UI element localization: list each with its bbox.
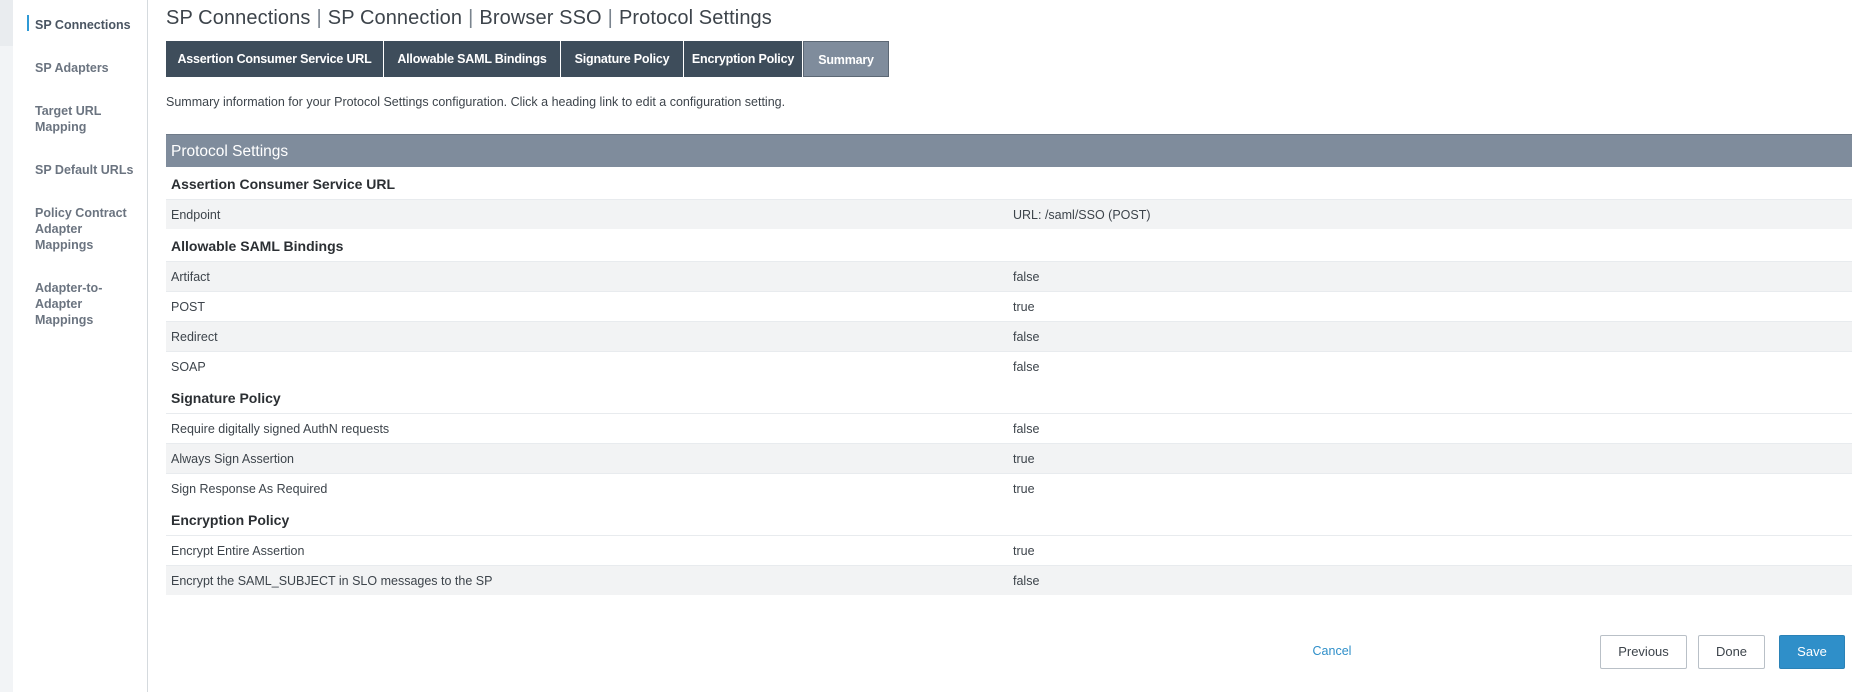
page-description: Summary information for your Protocol Se… <box>166 95 786 109</box>
table-row: Always Sign Assertion true <box>166 443 1852 473</box>
row-label: Sign Response As Required <box>171 482 328 496</box>
tab-summary[interactable]: Summary <box>803 41 889 77</box>
row-value: false <box>1013 574 1040 588</box>
table-row: Endpoint URL: /saml/SSO (POST) <box>166 199 1852 229</box>
row-value: true <box>1013 452 1035 466</box>
sidebar-item-adapter-to-adapter-mappings[interactable]: Adapter-to-Adapter Mappings <box>35 280 105 328</box>
breadcrumb-item: SP Connections <box>166 7 311 29</box>
tab-bar: Assertion Consumer Service URL Allowable… <box>166 41 889 77</box>
tab-allowable-saml-bindings[interactable]: Allowable SAML Bindings <box>384 41 561 77</box>
breadcrumb-separator: | <box>316 7 322 29</box>
page-title: SP Connections | SP Connection | Browser SSO… <box>166 7 772 30</box>
tab-encryption-policy[interactable]: Encryption Policy <box>684 41 803 77</box>
table-row: Artifact false <box>166 261 1852 291</box>
cancel-button[interactable]: Cancel <box>1302 635 1362 669</box>
table-row: Sign Response As Required true <box>166 473 1852 503</box>
table-row: SOAP false <box>166 351 1852 381</box>
table-row: Encrypt Entire Assertion true <box>166 535 1852 565</box>
sidebar-item-target-url-mapping[interactable]: Target URL Mapping <box>35 103 105 135</box>
previous-button[interactable]: Previous <box>1600 635 1687 669</box>
row-value: false <box>1013 330 1040 344</box>
row-label: Require digitally signed AuthN requests <box>171 422 390 436</box>
sidebar-item-sp-adapters[interactable]: SP Adapters <box>35 60 145 76</box>
left-strip-active <box>0 0 13 46</box>
row-label: Always Sign Assertion <box>171 452 294 466</box>
row-label: Redirect <box>171 330 218 344</box>
section-heading-assertion-consumer-service-url[interactable]: Assertion Consumer Service URL <box>166 167 1852 199</box>
sidebar-item-sp-default-urls[interactable]: SP Default URLs <box>35 162 145 178</box>
sidebar-item-sp-connections[interactable]: SP Connections <box>35 17 145 33</box>
sidebar: SP Connections SP Adapters Target URL Ma… <box>13 0 148 692</box>
action-bar: Cancel Previous Done Save <box>166 635 1852 669</box>
row-label: SOAP <box>171 360 206 374</box>
sidebar-item-policy-contract-adapter-mappings[interactable]: Policy Contract Adapter Mappings <box>35 205 127 253</box>
section-heading-encryption-policy[interactable]: Encryption Policy <box>166 503 1852 535</box>
tab-assertion-consumer-service-url[interactable]: Assertion Consumer Service URL <box>166 41 384 77</box>
row-value: true <box>1013 300 1035 314</box>
save-button[interactable]: Save <box>1779 635 1845 669</box>
row-value: true <box>1013 544 1035 558</box>
tab-signature-policy[interactable]: Signature Policy <box>561 41 684 77</box>
left-strip <box>0 0 13 692</box>
row-label: POST <box>171 300 206 314</box>
row-label: Artifact <box>171 270 210 284</box>
table-row: Require digitally signed AuthN requests … <box>166 413 1852 443</box>
row-label: Endpoint <box>171 208 221 222</box>
summary-table: Assertion Consumer Service URL Endpoint … <box>166 167 1852 595</box>
row-value: false <box>1013 422 1040 436</box>
table-row: POST true <box>166 291 1852 321</box>
breadcrumb-item: Browser SSO <box>479 7 602 29</box>
row-label: Encrypt Entire Assertion <box>171 544 305 558</box>
sidebar-active-marker <box>27 15 29 31</box>
breadcrumb-separator: | <box>468 7 474 29</box>
section-heading-allowable-saml-bindings[interactable]: Allowable SAML Bindings <box>166 229 1852 261</box>
table-row: Redirect false <box>166 321 1852 351</box>
table-row: Encrypt the SAML_SUBJECT in SLO messages… <box>166 565 1852 595</box>
main-content: SP Connections | SP Connection | Browser SSO… <box>166 0 1852 692</box>
breadcrumb-item: SP Connection <box>327 7 463 29</box>
breadcrumb-separator: | <box>607 7 613 29</box>
row-value: false <box>1013 360 1040 374</box>
done-button[interactable]: Done <box>1698 635 1765 669</box>
panel-header: Protocol Settings <box>166 134 1852 167</box>
breadcrumb-item: Protocol Settings <box>618 7 772 29</box>
row-value: false <box>1013 270 1040 284</box>
section-heading-signature-policy[interactable]: Signature Policy <box>166 381 1852 413</box>
row-label: Encrypt the SAML_SUBJECT in SLO messages… <box>171 574 493 588</box>
row-value: true <box>1013 482 1035 496</box>
row-value: URL: /saml/SSO (POST) <box>1013 208 1151 222</box>
